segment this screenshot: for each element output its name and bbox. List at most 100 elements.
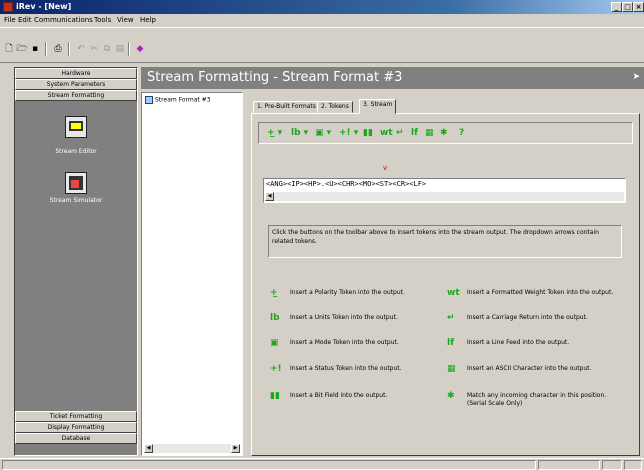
- match-character-icon[interactable]: ✱: [440, 128, 448, 138]
- window-title: iRev - [New]: [16, 2, 72, 11]
- legend-item: ▦ Insert an ASCII Character into the out…: [447, 365, 622, 383]
- stream-editor-icon[interactable]: [65, 116, 87, 138]
- nav-database[interactable]: Database: [15, 433, 137, 444]
- polarity-token-icon[interactable]: +̲ ▾: [267, 128, 282, 138]
- help-icon[interactable]: ?: [459, 128, 464, 138]
- legend-item: lb Insert a Units Token into the output.: [270, 314, 430, 324]
- nav-panel: Hardware System Parameters Stream Format…: [14, 67, 138, 456]
- toolbar-separator: [128, 42, 130, 56]
- menu-help[interactable]: Help: [140, 16, 156, 24]
- print-icon[interactable]: ⎙: [52, 43, 64, 55]
- mode-token-icon[interactable]: ▣ ▾: [315, 128, 331, 138]
- scroll-left-icon[interactable]: ◀: [265, 192, 274, 201]
- legend-text: Insert a Line Feed into the output.: [467, 339, 570, 346]
- legend-text: Insert a Status Token into the output.: [290, 365, 402, 372]
- status-bar: [0, 458, 644, 470]
- menu-file[interactable]: File: [4, 16, 16, 24]
- menu-view[interactable]: View: [117, 16, 134, 24]
- line-feed-icon: lf: [447, 338, 455, 348]
- legend-item: ▣ Insert a Mode Token into the output.: [270, 339, 430, 349]
- legend-text: Insert a Mode Token into the output.: [290, 339, 399, 346]
- title-bar: iRev - [New] _ □ ×: [0, 0, 644, 14]
- status-token-icon: +!: [270, 364, 282, 374]
- info-box: Click the buttons on the toolbar above t…: [268, 225, 622, 258]
- status-cell: [2, 460, 536, 470]
- legend-item: +̲ Insert a Polarity Token into the outp…: [270, 289, 430, 299]
- carriage-return-icon: ↵: [447, 313, 455, 323]
- legend-text: Insert an ASCII Character into the outpu…: [467, 365, 592, 372]
- legend-item: wt Insert a Formatted Weight Token into …: [447, 289, 622, 307]
- format-tree: Stream Format #3 ◀ ▶: [141, 92, 243, 456]
- units-token-icon: lb: [270, 313, 280, 323]
- legend-item: ↵ Insert a Carriage Return into the outp…: [447, 314, 622, 332]
- page-header: Stream Formatting - Stream Format #3 ➤: [141, 67, 644, 89]
- tree-node[interactable]: Stream Format #3: [145, 96, 211, 104]
- toolbar-separator: [68, 42, 70, 56]
- ascii-character-icon[interactable]: ▦: [425, 128, 434, 138]
- page-title: Stream Formatting - Stream Format #3: [147, 70, 403, 85]
- formatted-weight-icon[interactable]: wt: [380, 128, 393, 138]
- nav-display-formatting[interactable]: Display Formatting: [15, 422, 137, 433]
- menu-edit[interactable]: Edit: [18, 16, 32, 24]
- line-feed-icon[interactable]: lf: [411, 128, 418, 138]
- legend-text: Insert a Formatted Weight Token into the…: [467, 289, 614, 296]
- stream-simulator-label[interactable]: Stream Simulator: [15, 197, 137, 204]
- match-character-icon: ✱: [447, 391, 455, 401]
- ascii-character-icon: ▦: [447, 364, 456, 374]
- stream-output-field[interactable]: <ANG><IP><HP>.<U><CHR><MO><ST><CR><LF> ◀: [263, 178, 626, 203]
- format-icon: [145, 96, 153, 104]
- status-cell: [538, 460, 600, 470]
- mode-token-icon: ▣: [270, 338, 279, 348]
- polarity-token-icon: +̲: [270, 288, 278, 298]
- legend-text: Insert a Polarity Token into the output.: [290, 289, 405, 296]
- tab-stream[interactable]: 3. Stream: [359, 99, 397, 114]
- stream-content: <ANG><IP><HP>.<U><CHR><MO><ST><CR><LF>: [266, 180, 427, 188]
- header-cursor-icon: ➤: [632, 72, 640, 82]
- units-token-icon[interactable]: lb ▾: [291, 128, 308, 138]
- nav-hardware[interactable]: Hardware: [15, 68, 137, 79]
- token-toolbar: +̲ ▾ lb ▾ ▣ ▾ +! ▾ ▮▮ wt ↵ lf ▦ ✱ ?: [258, 122, 633, 144]
- new-icon[interactable]: 🗋: [3, 43, 15, 55]
- insertion-marker-icon: v: [383, 164, 388, 172]
- copy-icon[interactable]: ⧉: [101, 43, 113, 55]
- carriage-return-icon[interactable]: ↵: [396, 128, 404, 138]
- scroll-right-icon[interactable]: ▶: [231, 444, 240, 453]
- menu-bar: File Edit Communications Tools View Help: [0, 14, 644, 27]
- toolbar-separator: [45, 42, 47, 56]
- legend-item: ✱ Match any incoming character in this p…: [447, 392, 622, 410]
- stream-horizontal-scrollbar[interactable]: ◀: [265, 192, 624, 201]
- menu-tools[interactable]: Tools: [94, 16, 111, 24]
- bit-field-icon[interactable]: ▮▮: [363, 128, 373, 138]
- stream-editor-label[interactable]: Stream Editor: [15, 148, 137, 155]
- app-icon: [3, 2, 13, 12]
- cut-icon[interactable]: ✂: [88, 43, 100, 55]
- save-icon[interactable]: ▪: [29, 43, 41, 55]
- open-icon[interactable]: 🗁: [16, 43, 28, 55]
- tab-pre-built-formats[interactable]: 1. Pre-Built Formats: [253, 101, 320, 113]
- undo-icon[interactable]: ↶: [75, 43, 87, 55]
- formatted-weight-icon: wt: [447, 288, 460, 298]
- scroll-left-icon[interactable]: ◀: [144, 444, 153, 453]
- tree-node-label: Stream Format #3: [155, 96, 211, 104]
- main-toolbar: 🗋 🗁 ▪ ⎙ ↶ ✂ ⧉ ▤ ◆: [0, 27, 644, 63]
- legend-text: Insert a Units Token into the output.: [290, 314, 398, 321]
- close-button[interactable]: ×: [633, 2, 644, 12]
- paste-icon[interactable]: ▤: [114, 43, 126, 55]
- stream-simulator-icon[interactable]: [65, 172, 87, 194]
- tree-horizontal-scrollbar[interactable]: ◀ ▶: [144, 444, 240, 453]
- maximize-button[interactable]: □: [622, 2, 633, 12]
- legend-text: Insert a Carriage Return into the output…: [467, 314, 588, 321]
- connect-icon[interactable]: ◆: [134, 43, 146, 55]
- nav-system-parameters[interactable]: System Parameters: [15, 79, 137, 90]
- bit-field-icon: ▮▮: [270, 391, 280, 401]
- nav-stream-formatting[interactable]: Stream Formatting: [15, 90, 137, 101]
- legend-item: ▮▮ Insert a Bit Field into the output.: [270, 392, 430, 402]
- status-token-icon[interactable]: +! ▾: [339, 128, 358, 138]
- menu-communications[interactable]: Communications: [34, 16, 93, 24]
- legend-text: Match any incoming character in this pos…: [467, 392, 607, 407]
- legend-item: lf Insert a Line Feed into the output.: [447, 339, 622, 349]
- nav-ticket-formatting[interactable]: Ticket Formatting: [15, 411, 137, 422]
- tab-tokens[interactable]: 2. Tokens: [317, 101, 353, 113]
- minimize-button[interactable]: _: [611, 2, 622, 12]
- status-cell: [624, 460, 642, 470]
